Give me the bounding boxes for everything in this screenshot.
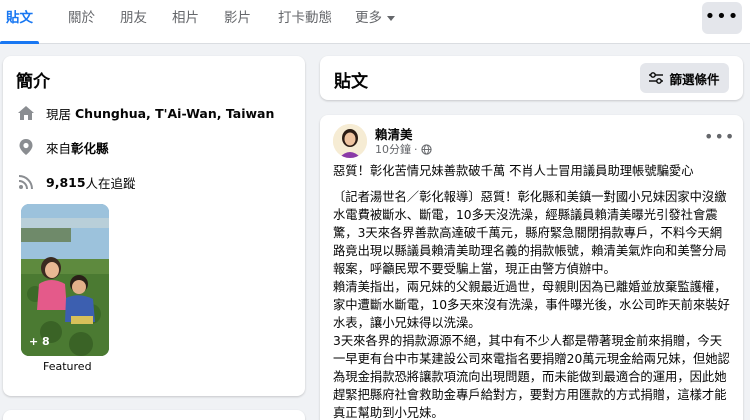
followers-row: 9,815 人在追蹤 [16, 171, 136, 193]
featured-photo [21, 204, 109, 356]
followers-count[interactable]: 9,815 [46, 175, 86, 190]
filter-sliders-icon [649, 72, 664, 84]
tab-posts[interactable]: 貼文 [0, 0, 39, 44]
post-meta: 10分鐘 · [375, 141, 432, 157]
posts-header-card: 貼文 篩選條件 [320, 56, 743, 100]
tab-videos[interactable]: 影片 [224, 0, 251, 44]
post-paragraph-3: 3天來各界的捐款源源不絕，其中有不少人都是帶著現金前來捐贈，今天一早更有台中市某… [333, 334, 730, 420]
globe-icon [420, 143, 432, 155]
tab-friends[interactable]: 朋友 [120, 0, 147, 44]
featured-collection-thumbnail[interactable]: + 8 [21, 204, 109, 356]
more-dots-icon: ••• [704, 6, 740, 27]
more-options-button[interactable]: ••• [702, 2, 742, 34]
filter-button-label: 篩選條件 [669, 71, 720, 87]
rss-icon [16, 172, 36, 192]
avatar-image [333, 124, 367, 158]
from-row: 來自 彰化縣 [16, 136, 109, 158]
post-card: 賴清美 10分鐘 · ••• 惡質！彰化苦情兄妹善款破千萬 不肖人士冒用議員助理帳… [320, 115, 743, 420]
home-icon [16, 103, 36, 123]
post-paragraph-1: 〔記者湯世名／彰化報導〕惡質！彰化縣和美鎮一對國小兄妹因家中沒繳水電費被斷水、斷… [333, 190, 727, 276]
lives-in-place[interactable]: Chunghua, T'Ai-Wan, Taiwan [75, 106, 274, 121]
posts-title: 貼文 [334, 72, 368, 92]
followers-suffix: 人在追蹤 [85, 175, 136, 191]
from-prefix: 來自 [46, 140, 72, 156]
intro-card: 簡介 現居 Chunghua, T'Ai-Wan, Taiwan 來自 彰化縣 9… [3, 56, 305, 396]
chevron-down-icon [387, 15, 395, 21]
tab-more-label: 更多 [355, 10, 382, 26]
post-options-button[interactable]: ••• [704, 127, 735, 146]
intro-title: 簡介 [16, 72, 50, 92]
featured-count-badge: + 8 [29, 335, 50, 348]
author-avatar[interactable] [333, 124, 367, 158]
lives-in-row: 現居 Chunghua, T'Ai-Wan, Taiwan [16, 102, 274, 124]
from-place[interactable]: 彰化縣 [71, 138, 109, 157]
lives-in-prefix: 現居 [46, 106, 72, 122]
location-pin-icon [16, 137, 36, 157]
tab-photos[interactable]: 相片 [172, 0, 199, 44]
more-dots-icon: ••• [704, 127, 736, 146]
filter-button[interactable]: 篩選條件 [640, 63, 729, 93]
featured-label: Featured [43, 360, 92, 373]
second-left-card [3, 410, 305, 420]
profile-tab-bar: 貼文 關於 朋友 相片 影片 打卡動態 更多 ••• [0, 0, 750, 44]
post-paragraph-2: 賴清美指出，兩兄妹的父親最近過世，母親則因為已離婚並放棄監護權，家中遭斷水斷電，… [333, 280, 730, 330]
post-time[interactable]: 10分鐘 [375, 141, 411, 157]
post-headline: 惡質！彰化苦情兄妹善款破千萬 不肖人士冒用議員助理帳號騙愛心 [333, 164, 694, 178]
tab-about[interactable]: 關於 [68, 0, 95, 44]
tab-more[interactable]: 更多 [355, 0, 395, 44]
tab-check-ins[interactable]: 打卡動態 [278, 0, 332, 44]
